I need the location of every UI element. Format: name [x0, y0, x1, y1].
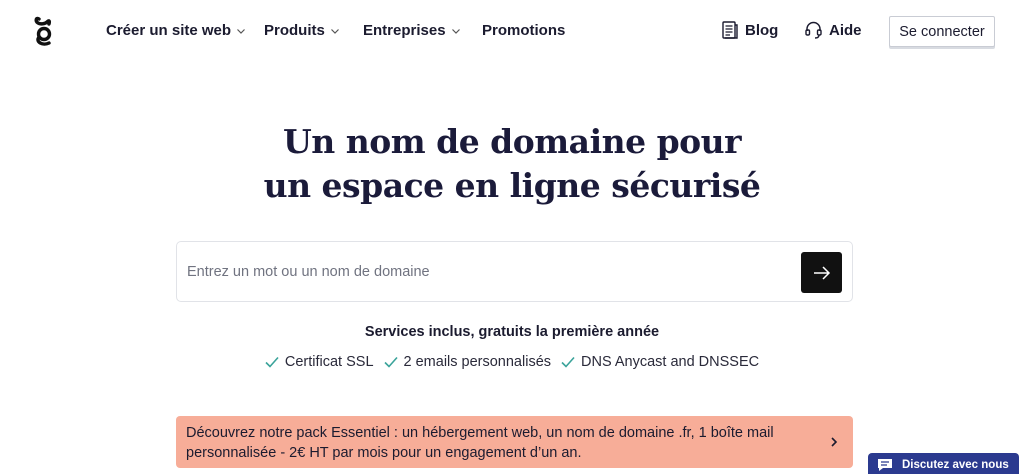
page-title-line-2: un espace en ligne sécurisé: [263, 166, 761, 205]
arrow-right-icon: [813, 265, 830, 280]
service-label: 2 emails personnalisés: [403, 354, 552, 370]
service-label: DNS Anycast and DNSSEC: [581, 354, 760, 370]
nav-create-website-label: Créer un site web: [106, 22, 232, 39]
domain-search-box: [176, 241, 853, 302]
help-label: Aide: [829, 21, 862, 39]
service-item: DNS Anycast and DNSSEC: [561, 354, 759, 370]
service-item: 2 emails personnalisés: [383, 354, 552, 370]
chevron-down-icon: [237, 28, 245, 34]
chat-bubble-icon: [878, 459, 892, 471]
domain-search-input[interactable]: [187, 256, 787, 288]
page-title-line-1: Un nom de domaine pour: [282, 122, 742, 161]
page-title: Un nom de domaine pour un espace en lign…: [0, 120, 1024, 208]
headset-icon: [805, 21, 822, 39]
blog-label: Blog: [745, 21, 779, 39]
nav-business[interactable]: Entreprises: [363, 22, 461, 39]
nav-products-label: Produits: [264, 22, 325, 39]
promo-text: Découvrez notre pack Essentiel : un hébe…: [186, 425, 774, 461]
check-icon: [265, 356, 279, 368]
chevron-down-icon: [330, 28, 339, 34]
nav-business-label: Entreprises: [363, 22, 446, 39]
blog-icon: [722, 21, 738, 39]
included-services-list: Certificat SSL 2 emails personnalisés DN…: [0, 354, 1024, 370]
chevron-right-icon: [831, 437, 838, 447]
top-navigation: Créer un site web Produits Entreprises P…: [0, 0, 1024, 62]
search-submit-button[interactable]: [801, 252, 842, 293]
nav-promotions-label: Promotions: [482, 22, 566, 39]
chevron-down-icon: [451, 28, 460, 34]
service-item: Certificat SSL: [265, 354, 374, 370]
included-services-title: Services inclus, gratuits la première an…: [364, 324, 660, 340]
blog-link[interactable]: Blog: [722, 21, 778, 39]
check-icon: [561, 356, 575, 368]
nav-promotions[interactable]: Promotions: [482, 22, 565, 39]
gandi-logo-icon[interactable]: [33, 16, 55, 46]
check-icon: [383, 356, 398, 368]
nav-create-website[interactable]: Créer un site web: [106, 22, 246, 39]
service-label: Certificat SSL: [284, 354, 374, 370]
nav-products[interactable]: Produits: [264, 22, 340, 39]
chat-label: Discutez avec nous: [902, 459, 1009, 471]
chat-widget-button[interactable]: Discutez avec nous: [868, 453, 1019, 474]
help-link[interactable]: Aide: [805, 21, 862, 39]
login-button[interactable]: Se connecter: [889, 16, 995, 47]
promo-banner[interactable]: Découvrez notre pack Essentiel : un hébe…: [176, 416, 853, 468]
